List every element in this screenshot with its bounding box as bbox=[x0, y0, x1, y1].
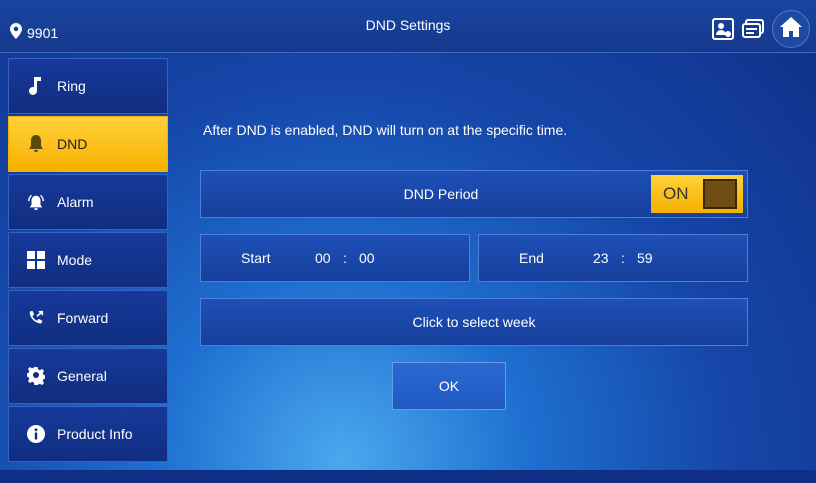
contact-card-icon[interactable] bbox=[712, 17, 734, 45]
dnd-period-row: DND Period ON bbox=[200, 170, 748, 218]
home-button[interactable] bbox=[772, 10, 810, 48]
music-note-icon bbox=[27, 77, 45, 95]
phone-forward-icon bbox=[27, 309, 45, 327]
sidebar-item-label: General bbox=[57, 368, 107, 384]
dnd-period-label: DND Period bbox=[403, 186, 479, 202]
sidebar-item-dnd[interactable]: DND bbox=[8, 116, 168, 172]
start-time-field[interactable]: Start 00 : 00 bbox=[200, 234, 470, 282]
end-minute[interactable]: 59 bbox=[637, 250, 653, 266]
start-hour[interactable]: 00 bbox=[315, 250, 331, 266]
sidebar-item-label: Mode bbox=[57, 252, 93, 268]
sidebar-item-alarm[interactable]: Alarm bbox=[8, 174, 168, 230]
info-text: After DND is enabled, DND will turn on a… bbox=[203, 122, 568, 138]
bottom-strip bbox=[0, 470, 816, 483]
grid-icon bbox=[27, 251, 45, 269]
toggle-knob bbox=[703, 179, 737, 209]
toggle-state-label: ON bbox=[663, 184, 689, 203]
sidebar-item-label: Ring bbox=[57, 78, 86, 94]
end-label: End bbox=[519, 250, 544, 266]
sidebar-item-label: Product Info bbox=[57, 426, 133, 442]
sidebar-item-label: Alarm bbox=[57, 194, 94, 210]
alarm-bell-icon bbox=[27, 193, 45, 211]
sidebar-item-general[interactable]: General bbox=[8, 348, 168, 404]
bell-icon bbox=[27, 135, 45, 153]
select-week-label: Click to select week bbox=[412, 314, 536, 330]
end-hour[interactable]: 23 bbox=[593, 250, 609, 266]
sidebar-item-label: Forward bbox=[57, 310, 109, 326]
messages-icon[interactable] bbox=[742, 18, 764, 44]
start-label: Start bbox=[241, 250, 271, 266]
sidebar-item-mode[interactable]: Mode bbox=[8, 232, 168, 288]
dnd-toggle[interactable]: ON bbox=[651, 175, 743, 213]
select-week-button[interactable]: Click to select week bbox=[200, 298, 748, 346]
ok-button[interactable]: OK bbox=[392, 362, 506, 410]
ok-label: OK bbox=[438, 378, 460, 394]
end-separator: : bbox=[621, 250, 625, 266]
sidebar-item-ring[interactable]: Ring bbox=[8, 58, 168, 114]
start-separator: : bbox=[343, 250, 347, 266]
sidebar-item-forward[interactable]: Forward bbox=[8, 290, 168, 346]
sidebar-item-label: DND bbox=[57, 136, 88, 152]
sidebar-item-product-info[interactable]: Product Info bbox=[8, 406, 168, 462]
info-icon bbox=[27, 425, 45, 443]
home-icon bbox=[780, 16, 802, 42]
top-bar: 9901 DND Settings bbox=[0, 0, 816, 53]
start-minute[interactable]: 00 bbox=[359, 250, 375, 266]
end-time-field[interactable]: End 23 : 59 bbox=[478, 234, 748, 282]
page-title: DND Settings bbox=[365, 17, 451, 33]
gear-icon bbox=[27, 367, 45, 385]
